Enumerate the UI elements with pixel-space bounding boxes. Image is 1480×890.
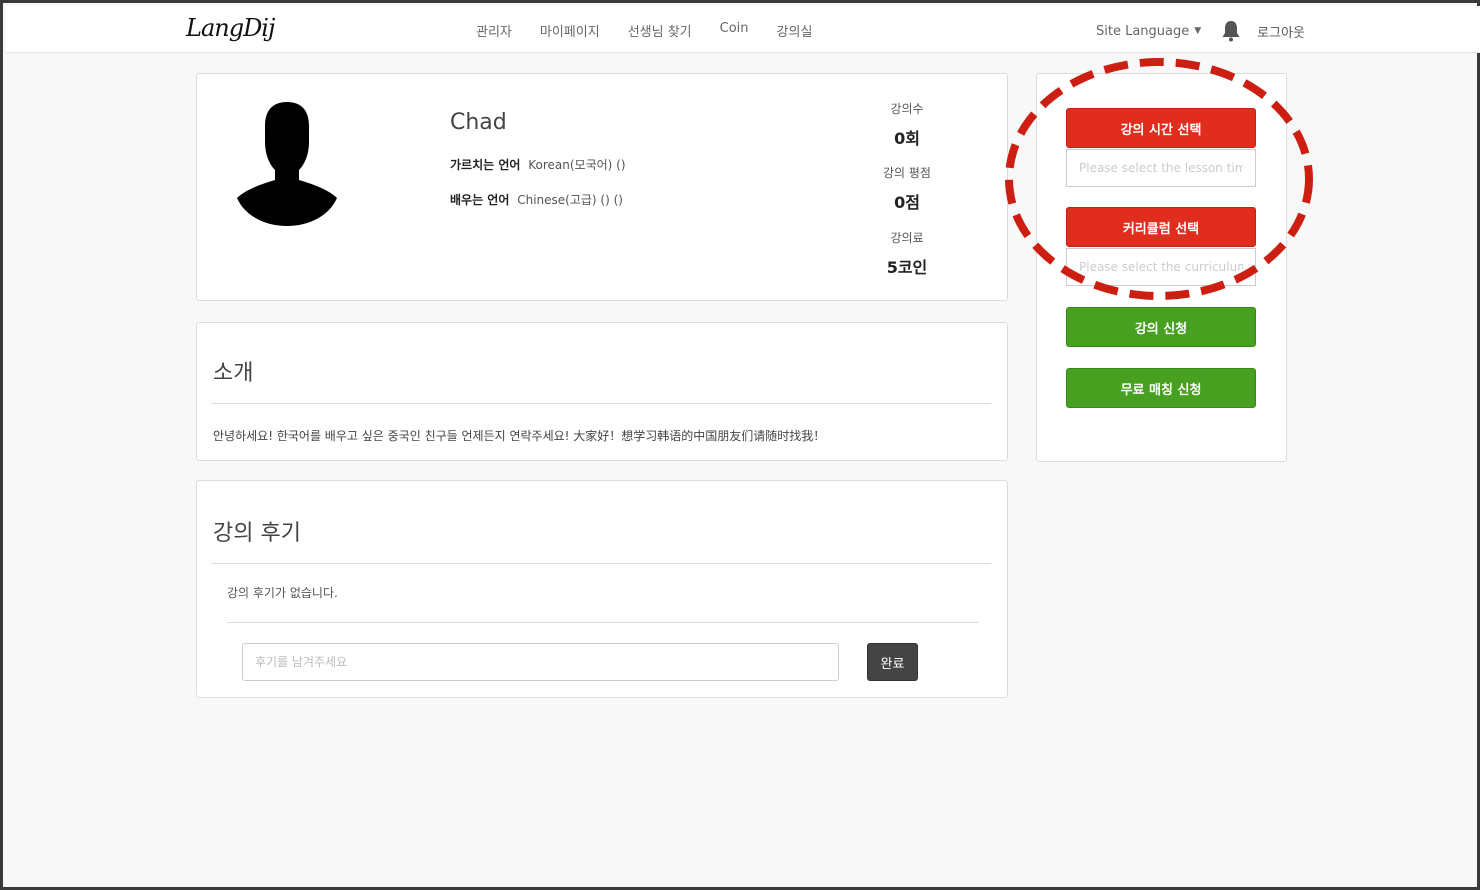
teaching-language-value: Korean(모국어) ()	[528, 158, 626, 172]
stat-label: 강의료	[890, 231, 924, 245]
profile-panel: Chad 가르치는 언어 Korean(모국어) () 배우는 언어 Chine…	[196, 73, 1008, 301]
teaching-language: 가르치는 언어 Korean(모국어) ()	[450, 156, 626, 173]
nav-links: 관리자 마이페이지 선생님 찾기 Coin 강의실	[476, 21, 840, 40]
stat-label: 강의 평점	[883, 166, 931, 180]
stat-value: 0회	[894, 129, 920, 148]
free-matching-button[interactable]: 무료 매칭 신청	[1066, 368, 1256, 408]
review-submit-button[interactable]: 완료	[867, 643, 918, 681]
teaching-language-label: 가르치는 언어	[450, 158, 521, 172]
profile-name: Chad	[450, 110, 507, 135]
logout-link[interactable]: 로그아웃	[1257, 22, 1305, 41]
nav-right: Site Language ▼ 로그아웃	[1096, 20, 1305, 42]
nav-link-admin[interactable]: 관리자	[476, 21, 512, 40]
intro-title: 소개	[213, 361, 254, 386]
browser-frame: LangDij 관리자 마이페이지 선생님 찾기 Coin 강의실 Site L…	[0, 0, 1480, 890]
learning-language-label: 배우는 언어	[450, 193, 510, 207]
site-language-dropdown[interactable]: Site Language	[1096, 24, 1189, 39]
select-lesson-time-button[interactable]: 강의 시간 선택	[1066, 108, 1256, 148]
apply-lesson-button[interactable]: 강의 신청	[1066, 307, 1256, 347]
curriculum-field[interactable]	[1066, 248, 1256, 286]
stat-rating: 강의 평점 0점	[857, 164, 957, 213]
divider	[211, 563, 991, 564]
caret-down-icon[interactable]: ▼	[1194, 26, 1201, 36]
divider	[211, 403, 991, 404]
nav-link-find-teacher[interactable]: 선생님 찾기	[628, 21, 692, 40]
stat-fee: 강의료 5코인	[857, 229, 957, 278]
no-review-text: 강의 후기가 없습니다.	[227, 586, 338, 600]
bell-icon[interactable]	[1221, 20, 1241, 42]
booking-panel: 강의 시간 선택 커리큘럼 선택 강의 신청 무료 매칭 신청	[1036, 73, 1287, 462]
top-navbar: LangDij 관리자 마이페이지 선생님 찾기 Coin 강의실 Site L…	[6, 6, 1480, 53]
nav-link-classroom[interactable]: 강의실	[777, 21, 813, 40]
stat-value: 5코인	[886, 258, 928, 277]
review-panel: 강의 후기 강의 후기가 없습니다. 완료	[196, 480, 1008, 698]
nav-link-mypage[interactable]: 마이페이지	[540, 21, 600, 40]
select-curriculum-button[interactable]: 커리큘럼 선택	[1066, 207, 1256, 247]
avatar	[235, 98, 339, 228]
lesson-time-field[interactable]	[1066, 149, 1256, 187]
nav-link-coin[interactable]: Coin	[720, 21, 749, 40]
review-title: 강의 후기	[213, 521, 301, 546]
intro-text: 안녕하세요! 한국어를 배우고 싶은 중국인 친구들 언제든지 연락주세요! 大…	[213, 429, 826, 443]
stat-lesson-count: 강의수 0회	[857, 100, 957, 149]
review-input[interactable]	[242, 643, 839, 681]
learning-language: 배우는 언어 Chinese(고급) () ()	[450, 191, 623, 208]
stat-label: 강의수	[890, 102, 924, 116]
learning-language-value: Chinese(고급) () ()	[517, 193, 623, 207]
intro-panel: 소개 안녕하세요! 한국어를 배우고 싶은 중국인 친구들 언제든지 연락주세요…	[196, 322, 1008, 461]
divider	[227, 622, 979, 623]
site-logo[interactable]: LangDij	[186, 14, 275, 42]
stat-value: 0점	[894, 193, 920, 212]
